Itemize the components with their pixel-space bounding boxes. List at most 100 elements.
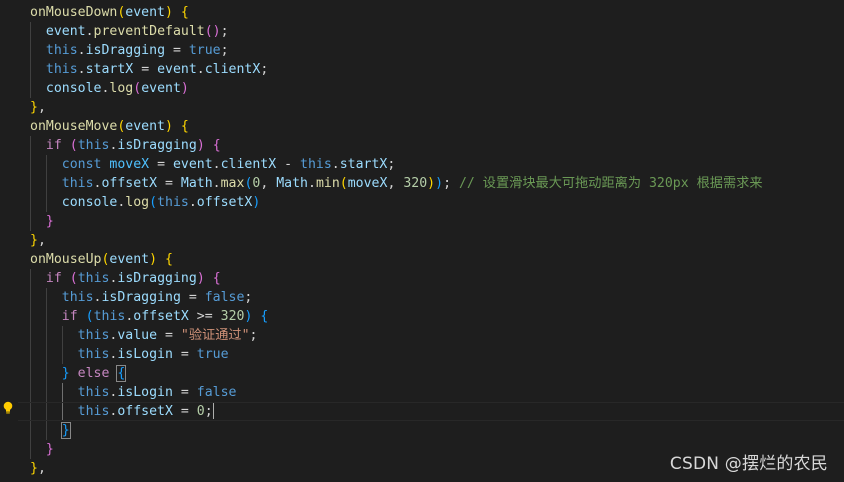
lightbulb-icon[interactable] xyxy=(2,401,14,415)
code-token: onMouseUp xyxy=(30,252,102,267)
code-token: = xyxy=(157,176,181,191)
code-token: = xyxy=(180,290,205,305)
code-line[interactable]: if (this.isDragging) { xyxy=(30,136,763,155)
code-token: console xyxy=(61,195,118,210)
code-token: . xyxy=(331,157,340,172)
code-token: this xyxy=(77,328,110,343)
code-line[interactable]: }, xyxy=(30,459,763,478)
code-line[interactable]: this.isDragging = false; xyxy=(30,288,763,307)
code-line[interactable]: this.isDragging = true; xyxy=(30,41,763,60)
code-line[interactable]: event.preventDefault(); xyxy=(30,22,763,41)
code-token: startX xyxy=(339,157,388,172)
code-token: ) xyxy=(196,271,205,286)
code-token: this xyxy=(77,138,110,153)
code-line[interactable]: console.log(event) xyxy=(30,79,763,98)
code-line[interactable]: } else { xyxy=(30,364,763,383)
code-line[interactable]: }, xyxy=(30,98,763,117)
code-line[interactable]: }, xyxy=(30,231,763,250)
code-token: this xyxy=(77,271,110,286)
matched-bracket: { xyxy=(116,365,127,382)
code-token: console xyxy=(45,81,102,96)
code-token: "验证通过" xyxy=(180,328,250,343)
code-token: { xyxy=(165,252,173,267)
code-lines[interactable]: onMouseDown(event) { event.preventDefaul… xyxy=(18,3,844,478)
code-token: this xyxy=(61,290,94,305)
code-token: this xyxy=(93,309,126,324)
code-token: ) xyxy=(180,81,189,96)
code-token: isLogin xyxy=(117,347,173,362)
code-token: isLogin xyxy=(117,385,173,400)
code-token: { xyxy=(180,5,189,20)
code-token: , xyxy=(387,176,404,191)
code-token: } xyxy=(45,214,54,229)
code-token: ( xyxy=(85,309,94,324)
code-line[interactable]: if (this.isDragging) { xyxy=(30,269,763,288)
code-line[interactable]: } xyxy=(30,440,763,459)
code-line[interactable]: const moveX = event.clientX - this.start… xyxy=(30,155,763,174)
code-token: ( xyxy=(69,271,78,286)
code-token: ) xyxy=(196,138,205,153)
code-line[interactable]: onMouseDown(event) { xyxy=(30,3,763,22)
code-token: . xyxy=(77,62,86,77)
code-token: ; xyxy=(387,157,396,172)
code-token: ; xyxy=(244,290,253,305)
code-token: true xyxy=(196,347,229,362)
code-line[interactable]: this.value = "验证通过"; xyxy=(30,326,763,345)
code-token: = xyxy=(172,347,197,362)
code-token: value xyxy=(117,328,158,343)
code-token: offsetX xyxy=(101,176,158,191)
code-token: { xyxy=(212,138,221,153)
code-token: ( xyxy=(339,176,348,191)
code-token: = xyxy=(157,328,181,343)
code-token: = xyxy=(149,157,173,172)
code-line[interactable]: this.offsetX = Math.max(0, Math.min(move… xyxy=(30,174,763,193)
code-token: this xyxy=(157,195,189,210)
code-token: . xyxy=(212,157,221,172)
code-token: } xyxy=(30,461,38,476)
code-token: const xyxy=(61,157,102,172)
code-line[interactable]: onMouseUp(event) { xyxy=(30,250,763,269)
code-token: Math xyxy=(276,176,308,191)
code-token: onMouseMove xyxy=(30,119,118,134)
code-token: clientX xyxy=(204,62,261,77)
code-line[interactable]: this.isLogin = true xyxy=(30,345,763,364)
code-token: 320 xyxy=(403,176,428,191)
code-token: ) xyxy=(427,176,436,191)
code-line[interactable]: console.log(this.offsetX) xyxy=(30,193,763,212)
code-token: ( xyxy=(149,195,158,210)
code-token: true xyxy=(188,43,221,58)
code-token: event xyxy=(125,5,165,20)
code-line[interactable]: this.offsetX = 0; xyxy=(18,402,844,421)
code-line[interactable]: } xyxy=(30,421,763,440)
code-line[interactable]: if (this.offsetX >= 320) { xyxy=(30,307,763,326)
code-token: ; xyxy=(260,62,269,77)
code-line[interactable]: } xyxy=(30,212,763,231)
code-token: this xyxy=(77,347,110,362)
code-token: , xyxy=(260,176,277,191)
code-token: } xyxy=(30,100,38,115)
code-token: >= xyxy=(188,309,221,324)
code-line[interactable]: this.startX = event.clientX; xyxy=(30,60,763,79)
code-token: moveX xyxy=(109,157,150,172)
code-token: if xyxy=(45,138,62,153)
code-token: preventDefault xyxy=(93,24,205,39)
code-line[interactable]: onMouseMove(event) { xyxy=(30,117,763,136)
code-token: = xyxy=(172,385,197,400)
code-line[interactable]: this.isLogin = false xyxy=(30,383,763,402)
code-editor[interactable]: onMouseDown(event) { event.preventDefaul… xyxy=(0,0,844,482)
code-token: , xyxy=(37,461,46,476)
code-token: this xyxy=(77,385,110,400)
code-token: { xyxy=(260,309,269,324)
code-token: 320 xyxy=(220,309,245,324)
